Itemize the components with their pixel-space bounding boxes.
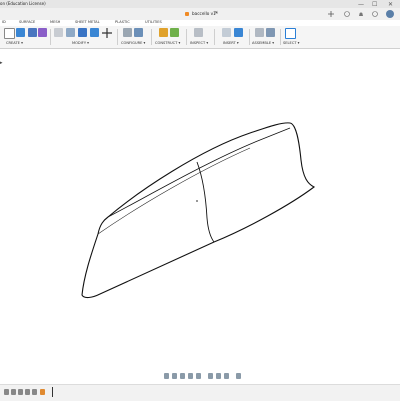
- model-outline: [81, 122, 316, 299]
- separator: [186, 29, 187, 45]
- tab-utilities[interactable]: UTILITIES: [145, 18, 162, 26]
- help-icon[interactable]: [372, 11, 378, 17]
- separator: [280, 29, 281, 45]
- table-icon[interactable]: [134, 28, 143, 37]
- measure-icon[interactable]: [194, 28, 203, 37]
- modify-menu[interactable]: MODIFY ▾: [72, 40, 89, 46]
- timeline-marker[interactable]: [52, 387, 53, 397]
- timeline-play-icon[interactable]: [18, 389, 23, 395]
- pan-icon[interactable]: [180, 373, 185, 379]
- move-icon[interactable]: [102, 28, 112, 38]
- orbit-icon[interactable]: [164, 373, 169, 379]
- axis-icon[interactable]: [170, 28, 179, 37]
- assemble-menu[interactable]: ASSEMBLE ▾: [252, 40, 274, 46]
- box-icon[interactable]: [16, 28, 25, 37]
- new-component-icon[interactable]: [255, 28, 264, 37]
- configure-icon[interactable]: [123, 28, 132, 37]
- toolbar: CREATE ▾ MODIFY ▾ CONFIGURE ▾ CONSTRUCT …: [0, 26, 400, 49]
- document-icon: [185, 12, 189, 16]
- timeline-first-icon[interactable]: [4, 389, 9, 395]
- timeline-next-icon[interactable]: [25, 389, 30, 395]
- insert-menu[interactable]: INSERT ▾: [223, 40, 239, 46]
- offset-plane-icon[interactable]: [159, 28, 168, 37]
- title-bar: on (Education License) — ☐ ✕: [0, 0, 400, 8]
- tab-mesh[interactable]: MESH: [50, 18, 60, 26]
- configure-menu[interactable]: CONFIGURE ▾: [121, 40, 145, 46]
- zoom-icon[interactable]: [188, 373, 193, 379]
- select-icon[interactable]: [285, 28, 296, 39]
- model-edge-inner: [97, 147, 251, 235]
- insert-derive-icon[interactable]: [222, 28, 231, 37]
- press-pull-icon[interactable]: [54, 28, 63, 37]
- separator: [117, 29, 118, 45]
- grid-icon[interactable]: [216, 373, 221, 379]
- tab-plastic[interactable]: PLASTIC: [115, 18, 130, 26]
- fit-icon[interactable]: [196, 373, 201, 379]
- combine-icon[interactable]: [78, 28, 87, 37]
- create-menu[interactable]: CREATE ▾: [6, 40, 23, 46]
- close-document-button[interactable]: ×: [214, 10, 218, 17]
- viewport-icon[interactable]: [224, 373, 229, 379]
- add-tab-icon[interactable]: [328, 11, 334, 17]
- inspect-menu[interactable]: INSPECT ▾: [190, 40, 208, 46]
- extrude-icon[interactable]: [28, 28, 37, 37]
- create-sketch-icon[interactable]: [4, 28, 15, 39]
- timeline-prev-icon[interactable]: [11, 389, 16, 395]
- separator: [151, 29, 152, 45]
- joint-icon[interactable]: [266, 28, 275, 37]
- timeline-feature-icon[interactable]: [40, 389, 45, 395]
- offset-face-icon[interactable]: [90, 28, 99, 37]
- construct-menu[interactable]: CONSTRUCT ▾: [155, 40, 180, 46]
- select-menu[interactable]: SELECT ▾: [283, 40, 299, 46]
- cylinder-icon[interactable]: [38, 28, 47, 37]
- timeline: [0, 384, 400, 401]
- window-title: on (Education License): [0, 1, 46, 6]
- tab-solid[interactable]: ID: [2, 18, 6, 26]
- clock-icon[interactable]: [344, 11, 350, 17]
- look-at-icon[interactable]: [172, 373, 177, 379]
- origin-point: [196, 200, 198, 202]
- display-settings-icon[interactable]: [208, 373, 213, 379]
- model-split-line: [196, 161, 215, 243]
- notifications-icon[interactable]: [358, 11, 364, 17]
- model-edge-top: [107, 127, 291, 218]
- separator: [214, 29, 215, 45]
- workspace-tabs: ID SURFACE MESH SHEET METAL PLASTIC UTIL…: [0, 18, 400, 26]
- tab-surface[interactable]: SURFACE: [19, 18, 35, 26]
- navigation-bar: [0, 370, 400, 384]
- user-avatar[interactable]: [386, 10, 394, 18]
- fillet-icon[interactable]: [66, 28, 75, 37]
- separator: [249, 29, 250, 45]
- separator: [50, 29, 51, 45]
- tab-sheet-metal[interactable]: SHEET METAL: [75, 18, 100, 26]
- insert-image-icon[interactable]: [234, 28, 243, 37]
- environment-icon[interactable]: [236, 373, 241, 379]
- timeline-last-icon[interactable]: [32, 389, 37, 395]
- viewport-canvas[interactable]: [0, 48, 400, 370]
